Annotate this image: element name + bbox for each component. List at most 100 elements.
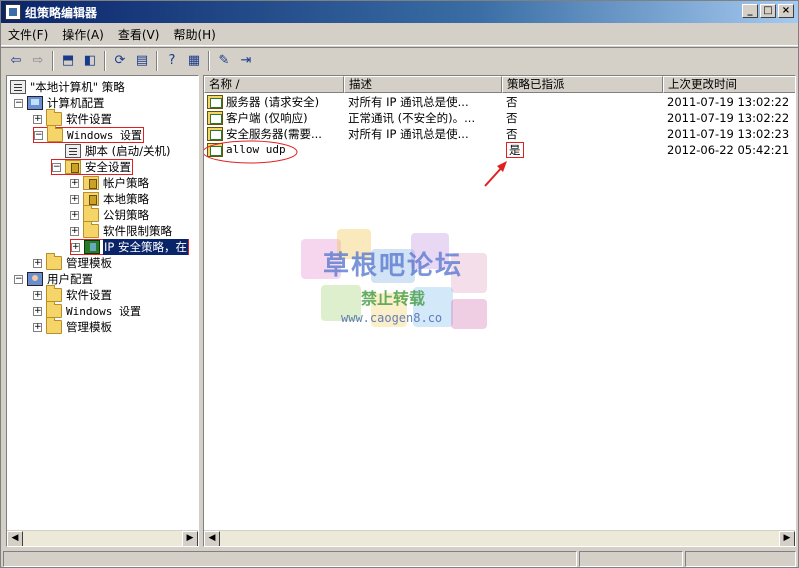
folder-icon bbox=[83, 205, 99, 222]
tree-item-label: 帐户策略 bbox=[103, 176, 149, 190]
folder-icon bbox=[46, 285, 62, 302]
security-folder-icon bbox=[65, 160, 81, 174]
tree-item-user-software-settings[interactable]: + 软件设置 bbox=[33, 285, 113, 303]
tree-item-label: 软件设置 bbox=[66, 288, 112, 302]
status-bar bbox=[1, 550, 798, 568]
console-tree[interactable]: "本地计算机" 策略 − 计算机配置 + 软件设置 − Windows 设置 脚… bbox=[6, 75, 199, 547]
expand-icon[interactable]: + bbox=[71, 242, 80, 252]
help-icon[interactable]: ? bbox=[161, 51, 183, 71]
tree-item-label: 安全设置 bbox=[85, 160, 131, 174]
tree-item-label: 管理模板 bbox=[66, 256, 112, 270]
toolbar-separator bbox=[52, 50, 54, 71]
expand-icon[interactable]: + bbox=[70, 178, 79, 188]
expand-icon[interactable]: + bbox=[70, 194, 79, 204]
tree-item-label: 软件设置 bbox=[66, 112, 112, 126]
tree-item-label: Windows 设置 bbox=[66, 305, 141, 318]
status-panel-2 bbox=[579, 551, 683, 567]
window-controls: _ □ × bbox=[742, 4, 794, 18]
folder-icon bbox=[46, 301, 62, 318]
list-horizontal-scrollbar[interactable]: ◀ ▶ bbox=[204, 530, 795, 546]
tree-item-account-policies[interactable]: + 帐户策略 bbox=[70, 175, 150, 191]
collapse-icon[interactable]: − bbox=[14, 98, 23, 108]
tree-item-label: 软件限制策略 bbox=[103, 224, 172, 238]
status-panel-3 bbox=[685, 551, 796, 567]
tree-item-public-key-policies[interactable]: + 公钥策略 bbox=[70, 205, 150, 223]
expand-icon[interactable]: + bbox=[33, 290, 42, 300]
refresh-icon[interactable]: ⟳ bbox=[109, 51, 131, 71]
tree-item-software-restriction[interactable]: + 软件限制策略 bbox=[70, 221, 173, 239]
scroll-track[interactable] bbox=[23, 531, 182, 546]
new-policy-icon[interactable]: ✎ bbox=[213, 51, 235, 71]
tree-item-local-policies[interactable]: + 本地策略 bbox=[70, 191, 150, 207]
script-icon bbox=[65, 144, 81, 158]
tree-item-windows-settings[interactable]: − Windows 设置 bbox=[33, 125, 144, 143]
minimize-button[interactable]: _ bbox=[742, 4, 758, 18]
maximize-button[interactable]: □ bbox=[760, 4, 776, 18]
ipsec-policy-icon bbox=[84, 240, 100, 254]
expand-icon[interactable]: + bbox=[70, 210, 79, 220]
tree-item-computer-config[interactable]: − 计算机配置 bbox=[14, 95, 106, 111]
computer-icon bbox=[27, 96, 43, 110]
tree-item-security-settings[interactable]: − 安全设置 bbox=[51, 159, 133, 175]
forward-arrow-icon[interactable]: ⇨ bbox=[27, 51, 49, 71]
tree-item-scripts[interactable]: 脚本 (启动/关机) bbox=[65, 143, 172, 159]
menu-view[interactable]: 查看(V) bbox=[111, 26, 167, 43]
group-policy-editor-window: 组策略编辑器 _ □ × 文件(F) 操作(A) 查看(V) 帮助(H) ⇦ ⇨… bbox=[0, 0, 799, 568]
scroll-left-icon[interactable]: ◀ bbox=[204, 531, 220, 546]
annotation-overlay bbox=[204, 140, 507, 187]
scroll-track[interactable] bbox=[220, 531, 779, 546]
expand-icon[interactable]: + bbox=[33, 322, 42, 332]
status-panel-main bbox=[3, 551, 577, 567]
expand-icon[interactable]: + bbox=[33, 114, 42, 124]
menu-bar: 文件(F) 操作(A) 查看(V) 帮助(H) bbox=[1, 24, 798, 46]
show-hide-tree-icon[interactable]: ◧ bbox=[79, 51, 101, 71]
security-folder-icon bbox=[83, 192, 99, 206]
toolbar-separator bbox=[104, 50, 106, 71]
details-list[interactable]: 名称 / 描述 策略已指派 上次更改时间 服务器 (请求安全) 对所有 IP 通… bbox=[203, 75, 796, 547]
export-list-icon[interactable]: ▤ bbox=[131, 51, 153, 71]
menu-help[interactable]: 帮助(H) bbox=[166, 26, 222, 43]
collapse-icon[interactable]: − bbox=[52, 162, 61, 172]
annotation-ellipse bbox=[204, 140, 298, 164]
collapse-icon[interactable]: − bbox=[14, 274, 23, 284]
toolbar-separator bbox=[208, 50, 210, 71]
back-arrow-icon[interactable]: ⇦ bbox=[5, 51, 27, 71]
scroll-left-icon[interactable]: ◀ bbox=[7, 531, 23, 546]
tree-item-label: 公钥策略 bbox=[103, 208, 149, 222]
close-button[interactable]: × bbox=[778, 4, 794, 18]
folder-icon bbox=[46, 109, 62, 126]
folder-icon bbox=[47, 125, 63, 142]
toolbar: ⇦ ⇨ ⬒ ◧ ⟳ ▤ ? ▦ ✎ ⇥ bbox=[1, 47, 798, 73]
security-folder-icon bbox=[83, 176, 99, 190]
menu-file[interactable]: 文件(F) bbox=[1, 26, 55, 43]
tree-root[interactable]: "本地计算机" 策略 bbox=[10, 79, 126, 95]
folder-icon bbox=[46, 253, 62, 270]
folder-icon bbox=[83, 221, 99, 238]
tree-horizontal-scrollbar[interactable]: ◀ ▶ bbox=[7, 530, 198, 546]
tree-item-label: IP 安全策略，在 bbox=[103, 239, 188, 255]
menu-action[interactable]: 操作(A) bbox=[55, 26, 111, 43]
tree-item-user-admin-templates[interactable]: + 管理模板 bbox=[33, 317, 113, 335]
scroll-right-icon[interactable]: ▶ bbox=[779, 531, 795, 546]
expand-icon[interactable]: + bbox=[33, 306, 42, 316]
collapse-icon[interactable]: − bbox=[34, 130, 43, 140]
policy-document-icon bbox=[10, 80, 26, 94]
manage-filter-icon[interactable]: ⇥ bbox=[235, 51, 257, 71]
tree-item-ipsec-policies[interactable]: + IP 安全策略，在 bbox=[70, 239, 189, 255]
properties-icon[interactable]: ▦ bbox=[183, 51, 205, 71]
tree-item-admin-templates[interactable]: + 管理模板 bbox=[33, 253, 113, 271]
expand-icon[interactable]: + bbox=[33, 258, 42, 268]
window-title: 组策略编辑器 bbox=[25, 5, 98, 20]
toolbar-separator bbox=[156, 50, 158, 71]
tree-item-label: 本地策略 bbox=[103, 192, 149, 206]
scroll-right-icon[interactable]: ▶ bbox=[182, 531, 198, 546]
up-folder-icon[interactable]: ⬒ bbox=[57, 51, 79, 71]
tree-item-label: 管理模板 bbox=[66, 320, 112, 334]
folder-icon bbox=[46, 317, 62, 334]
title-bar[interactable]: 组策略编辑器 _ □ × bbox=[1, 1, 798, 23]
expand-icon[interactable]: + bbox=[70, 226, 79, 236]
app-icon bbox=[5, 4, 21, 20]
user-icon bbox=[27, 272, 43, 286]
tree-item-software-settings[interactable]: + 软件设置 bbox=[33, 109, 113, 127]
tree-item-label: Windows 设置 bbox=[67, 129, 142, 142]
